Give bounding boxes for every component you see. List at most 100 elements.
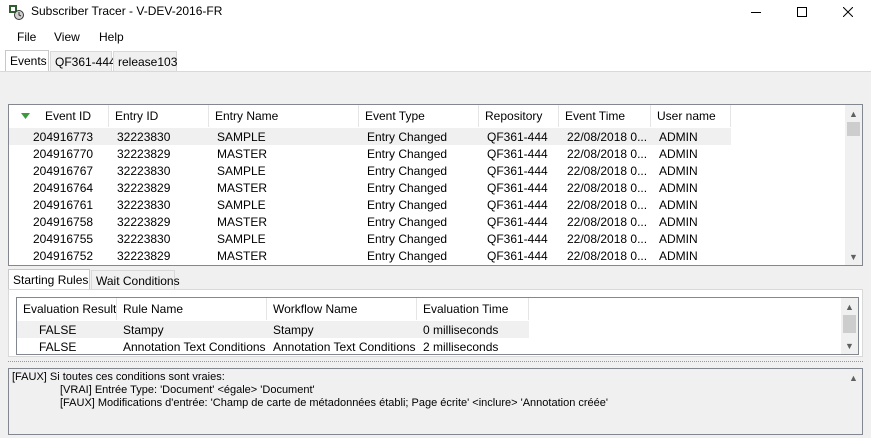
cell-event-time: 22/08/2018 0...	[567, 130, 648, 144]
menu-bar: File View Help	[0, 27, 871, 47]
column-header-event-type[interactable]: Event Type	[359, 105, 479, 127]
message-scrollbar[interactable]: ▲	[845, 369, 862, 434]
cell-rule-name: Stampy	[123, 323, 164, 337]
rules-grid[interactable]: Evaluation Result Rule Name Workflow Nam…	[16, 297, 859, 355]
scroll-down-icon[interactable]: ▼	[841, 337, 858, 354]
scroll-down-icon[interactable]: ▼	[845, 248, 862, 265]
cell-event-type: Entry Changed	[367, 147, 448, 161]
events-grid[interactable]: Event ID Entry ID Entry Name Event Type …	[8, 104, 863, 266]
column-header-evaluation-result[interactable]: Evaluation Result	[17, 298, 117, 320]
cell-entry-name: SAMPLE	[217, 198, 266, 212]
tab-wait-conditions[interactable]: Wait Conditions	[91, 270, 180, 290]
cell-evaluation-result: FALSE	[39, 323, 77, 337]
tab-starting-rules[interactable]: Starting Rules	[8, 269, 90, 290]
minimize-icon	[751, 12, 761, 13]
scroll-up-icon[interactable]: ▲	[845, 105, 862, 122]
scroll-thumb[interactable]	[843, 315, 856, 333]
column-header-entry-name[interactable]: Entry Name	[209, 105, 359, 127]
table-row[interactable]: 204916764 32223829 MASTER Entry Changed …	[9, 179, 731, 196]
column-header-repository[interactable]: Repository	[479, 105, 559, 127]
scroll-up-icon[interactable]: ▲	[841, 298, 858, 315]
table-row[interactable]: 204916767 32223830 SAMPLE Entry Changed …	[9, 162, 731, 179]
tab-release103[interactable]: release103	[113, 51, 177, 71]
cell-repository: QF361-444	[487, 130, 548, 144]
table-row[interactable]: FALSE Annotation Text Conditions Annotat…	[17, 338, 529, 354]
scroll-up-icon[interactable]: ▲	[845, 369, 862, 386]
cell-repository: QF361-444	[487, 164, 548, 178]
message-line: [FAUX] Modifications d'entrée: 'Champ de…	[60, 397, 608, 409]
rules-panel: Evaluation Result Rule Name Workflow Nam…	[8, 289, 863, 357]
cell-entry-name: MASTER	[217, 249, 268, 263]
cell-user-name: ADMIN	[659, 198, 698, 212]
cell-entry-name: SAMPLE	[217, 232, 266, 246]
column-header-event-time[interactable]: Event Time	[559, 105, 651, 127]
cell-entry-id: 32223830	[117, 232, 171, 246]
cell-entry-id: 32223830	[117, 164, 171, 178]
cell-event-id: 204916767	[33, 164, 94, 178]
column-header-event-id[interactable]: Event ID	[9, 105, 109, 127]
condition-message-box[interactable]: [FAUX] Si toutes ces conditions sont vra…	[8, 368, 863, 435]
menu-help[interactable]: Help	[99, 30, 124, 44]
table-row[interactable]: 204916770 32223829 MASTER Entry Changed …	[9, 145, 731, 162]
column-header-workflow-name[interactable]: Workflow Name	[267, 298, 417, 320]
cell-rule-name: Annotation Text Conditions	[123, 340, 266, 354]
close-icon	[843, 7, 853, 17]
cell-user-name: ADMIN	[659, 164, 698, 178]
maximize-button[interactable]	[779, 0, 825, 24]
tab-events[interactable]: Events	[5, 50, 49, 71]
cell-evaluation-time: 0 milliseconds	[423, 323, 499, 337]
cell-event-time: 22/08/2018 0...	[567, 147, 648, 161]
cell-entry-id: 32223830	[117, 130, 171, 144]
column-header-evaluation-time[interactable]: Evaluation Time	[417, 298, 529, 320]
cell-entry-name: MASTER	[217, 181, 268, 195]
cell-entry-id: 32223829	[117, 249, 171, 263]
cell-user-name: ADMIN	[659, 181, 698, 195]
cell-entry-id: 32223829	[117, 215, 171, 229]
menu-view[interactable]: View	[54, 30, 80, 44]
rules-scrollbar[interactable]: ▲ ▼	[841, 298, 858, 354]
cell-event-time: 22/08/2018 0...	[567, 198, 648, 212]
column-header-entry-id[interactable]: Entry ID	[109, 105, 209, 127]
splitter[interactable]	[8, 361, 863, 365]
cell-event-type: Entry Changed	[367, 130, 448, 144]
table-row[interactable]: 204916755 32223830 SAMPLE Entry Changed …	[9, 230, 731, 247]
app-icon	[8, 4, 24, 20]
close-button[interactable]	[825, 0, 871, 24]
events-scrollbar[interactable]: ▲ ▼	[845, 105, 862, 265]
tab-qf361-444[interactable]: QF361-444	[50, 51, 116, 71]
table-row[interactable]: 204916758 32223829 MASTER Entry Changed …	[9, 213, 731, 230]
cell-repository: QF361-444	[487, 147, 548, 161]
cell-entry-id: 32223829	[117, 181, 171, 195]
cell-event-time: 22/08/2018 0...	[567, 232, 648, 246]
cell-event-time: 22/08/2018 0...	[567, 215, 648, 229]
cell-entry-id: 32223830	[117, 198, 171, 212]
menu-file[interactable]: File	[17, 30, 36, 44]
cell-event-type: Entry Changed	[367, 181, 448, 195]
minimize-button[interactable]	[733, 0, 779, 24]
table-row[interactable]: 204916752 32223829 MASTER Entry Changed …	[9, 247, 731, 264]
scroll-thumb[interactable]	[847, 122, 860, 136]
cell-user-name: ADMIN	[659, 147, 698, 161]
table-row[interactable]: 204916761 32223830 SAMPLE Entry Changed …	[9, 196, 731, 213]
table-row[interactable]: FALSE Stampy Stampy 0 milliseconds	[17, 321, 529, 338]
cell-user-name: ADMIN	[659, 249, 698, 263]
cell-event-id: 204916758	[33, 215, 94, 229]
column-header-user-name[interactable]: User name	[651, 105, 731, 127]
cell-repository: QF361-444	[487, 181, 548, 195]
main-tabstrip: Events QF361-444 release103	[0, 50, 871, 71]
cell-event-id: 204916773	[33, 130, 94, 144]
cell-entry-name: MASTER	[217, 147, 268, 161]
cell-user-name: ADMIN	[659, 232, 698, 246]
cell-event-time: 22/08/2018 0...	[567, 164, 648, 178]
cell-evaluation-time: 2 milliseconds	[423, 340, 499, 354]
cell-repository: QF361-444	[487, 215, 548, 229]
column-header-rule-name[interactable]: Rule Name	[117, 298, 267, 320]
cell-event-id: 204916764	[33, 181, 94, 195]
cell-event-id: 204916755	[33, 232, 94, 246]
cell-workflow-name: Stampy	[273, 323, 314, 337]
message-line: [VRAI] Entrée Type: 'Document' <égale> '…	[60, 384, 315, 396]
cell-event-id: 204916752	[33, 249, 94, 263]
cell-entry-id: 32223829	[117, 147, 171, 161]
table-row[interactable]: 204916773 32223830 SAMPLE Entry Changed …	[9, 128, 731, 145]
cell-event-time: 22/08/2018 0...	[567, 181, 648, 195]
